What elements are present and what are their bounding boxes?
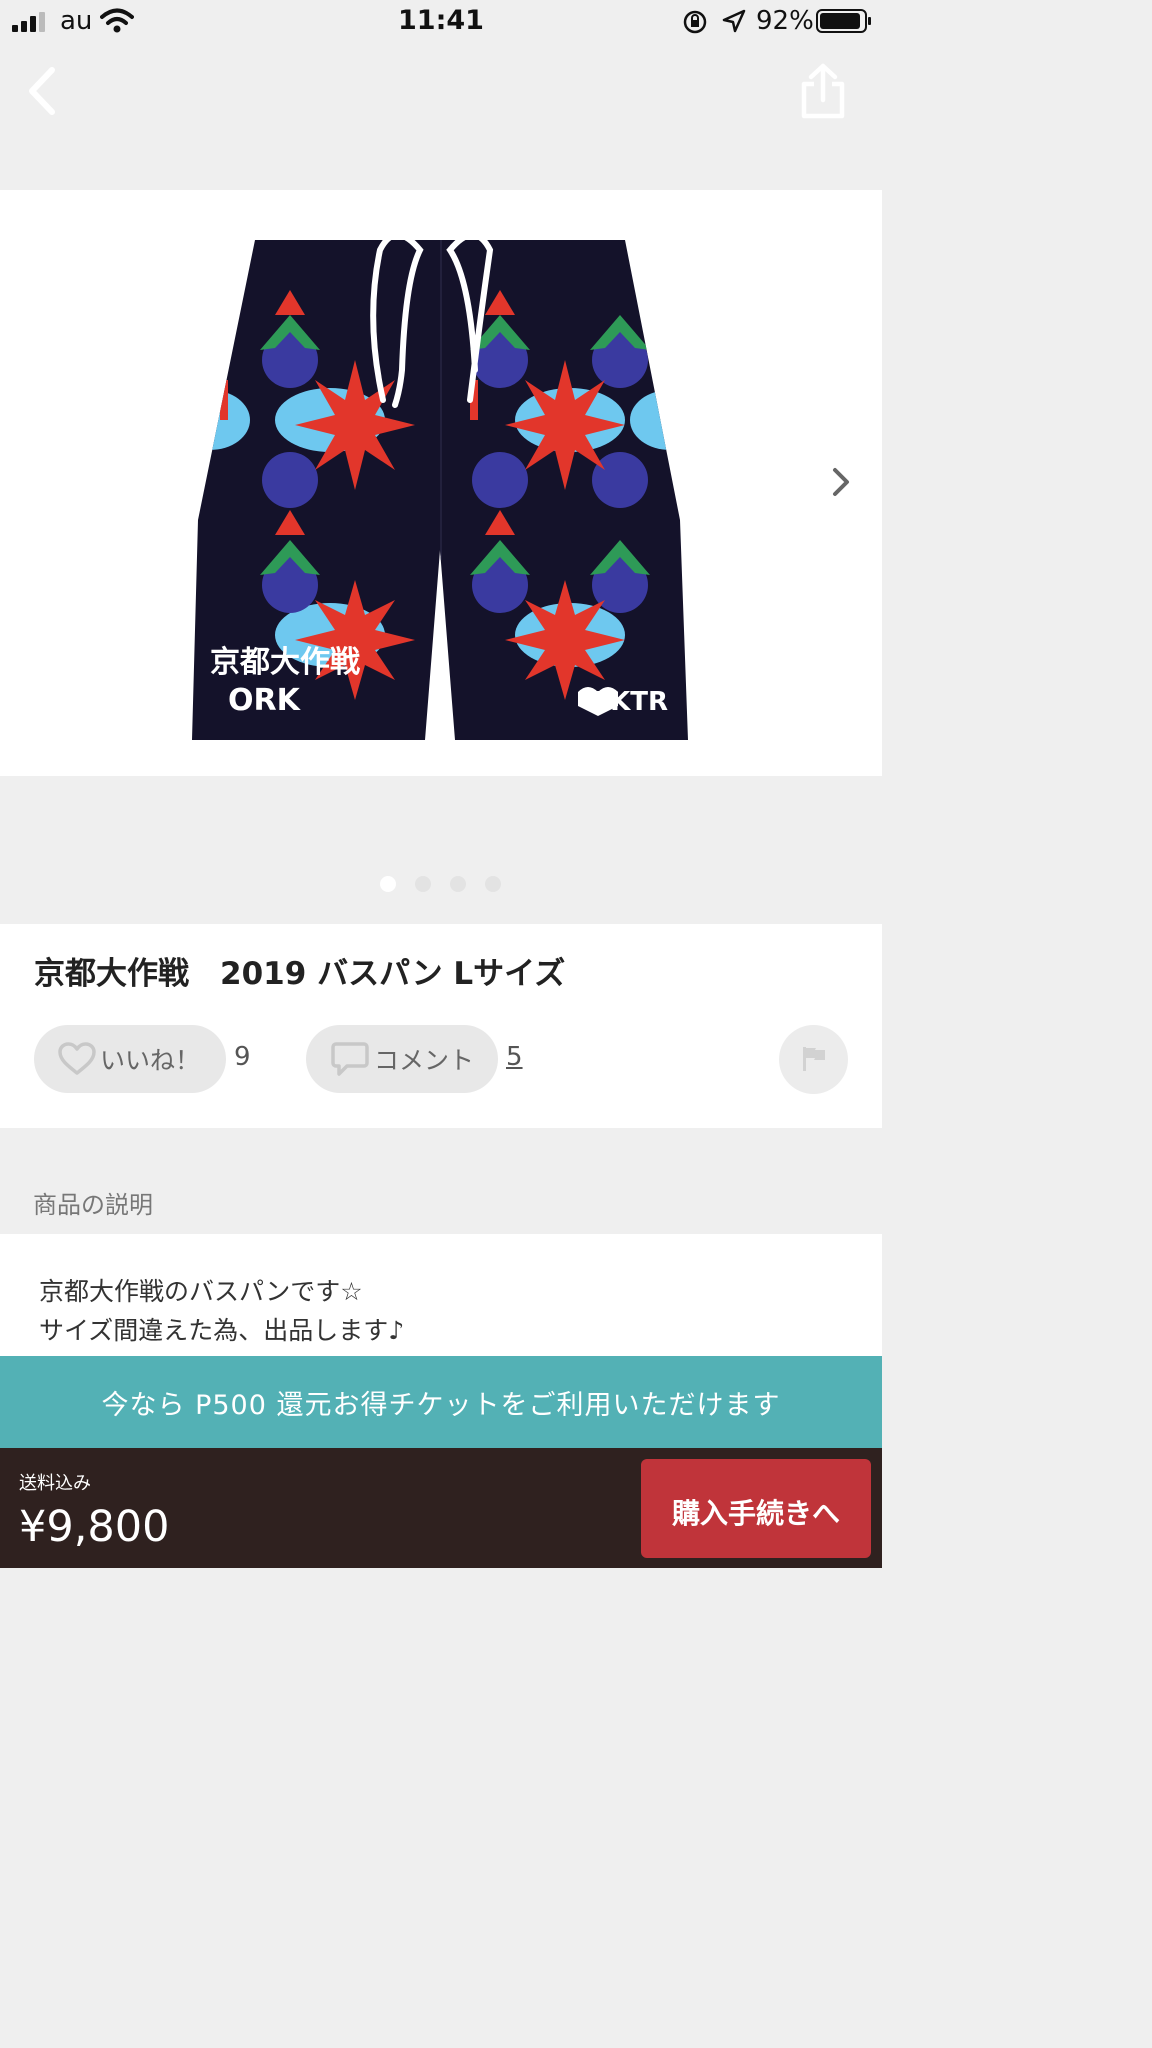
product-image: 京都大作戦 ORK AKTR (192, 232, 688, 740)
report-button[interactable] (779, 1025, 848, 1094)
image-text-kyoto: 京都大作戦 (210, 645, 360, 680)
comment-label: コメント (374, 1046, 475, 1075)
share-icon[interactable] (796, 62, 850, 120)
comment-icon (331, 1042, 369, 1076)
product-photo-carousel[interactable]: 京都大作戦 ORK AKTR (0, 190, 882, 776)
promo-text: 今なら P500 還元お得チケットをご利用いただけます (101, 1390, 781, 1421)
heart-icon (58, 1042, 96, 1075)
item-info: 京都大作戦 2019 バスパン Lサイズ いいね！ 9 コメント 5 (0, 924, 882, 1128)
back-icon[interactable] (20, 64, 64, 118)
buy-button-label: 購入手続きへ (671, 1497, 840, 1530)
image-text-ork: ORK (228, 683, 302, 718)
description-header: 商品の説明 (33, 1191, 153, 1219)
status-bar: au 11:41 92% (0, 0, 882, 44)
purchase-bar: 送料込み ¥9,800 購入手続きへ (0, 1448, 882, 1568)
location-arrow-icon (722, 9, 746, 33)
battery-icon (816, 9, 871, 33)
carousel-dots (380, 876, 501, 892)
like-count: 9 (234, 1042, 251, 1072)
image-text-aktr: AKTR (590, 687, 668, 717)
carousel-dot-1[interactable] (380, 876, 396, 892)
flag-icon (803, 1047, 825, 1071)
rotation-lock-icon (683, 10, 707, 34)
description-section-header: 商品の説明 (0, 1128, 882, 1234)
comment-count[interactable]: 5 (506, 1042, 523, 1072)
nav-bar (0, 44, 882, 190)
description-line: サイズ間違えた為、出品します♪ (39, 1316, 405, 1345)
chevron-right-icon[interactable] (826, 462, 856, 502)
carousel-indicator-area (0, 776, 882, 924)
carousel-dot-2[interactable] (415, 876, 431, 892)
like-button[interactable]: いいね！ (34, 1025, 226, 1093)
clock-time: 11:41 (398, 5, 484, 36)
carousel-dot-3[interactable] (450, 876, 466, 892)
like-label: いいね！ (100, 1046, 201, 1075)
shipping-label: 送料込み (19, 1473, 91, 1494)
comment-button[interactable]: コメント (306, 1025, 498, 1093)
buy-button[interactable]: 購入手続きへ (641, 1459, 871, 1558)
description-line: 京都大作戦のバスパンです☆ (39, 1277, 363, 1306)
description-body: 京都大作戦のバスパンです☆ サイズ間違えた為、出品します♪ (0, 1234, 882, 1356)
carousel-dot-4[interactable] (485, 876, 501, 892)
promo-banner[interactable]: 今なら P500 還元お得チケットをご利用いただけます (0, 1356, 882, 1448)
price: ¥9,800 (19, 1502, 170, 1552)
battery-percent: 92% (756, 6, 814, 36)
item-title: 京都大作戦 2019 バスパン Lサイズ (34, 956, 566, 992)
